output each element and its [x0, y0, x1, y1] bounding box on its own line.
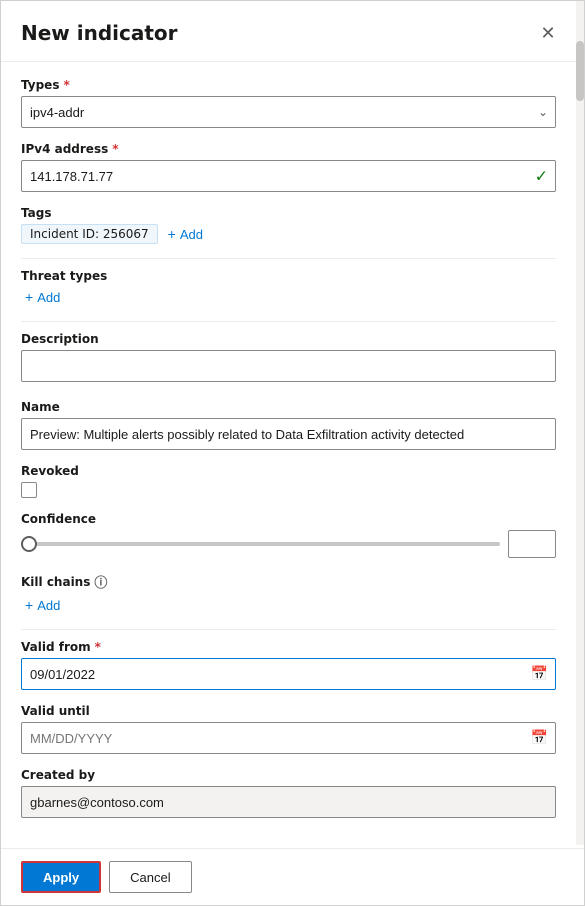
- scrollbar-track: [576, 1, 584, 845]
- tags-field-group: Tags Incident ID: 256067 + Add: [21, 206, 556, 244]
- ipv4-input-wrapper: ✓: [21, 160, 556, 192]
- created-by-field-group: Created by: [21, 768, 556, 818]
- tags-add-button[interactable]: + Add: [164, 224, 207, 244]
- tags-label: Tags: [21, 206, 556, 220]
- kill-chains-container: + Add: [21, 595, 556, 615]
- description-input[interactable]: [21, 350, 556, 382]
- dialog-body: Types * ipv4-addr ipv6-addr domain-name …: [1, 62, 584, 848]
- dialog-footer: Apply Cancel: [1, 848, 584, 905]
- confidence-slider-thumb[interactable]: [21, 536, 37, 552]
- dialog-header: New indicator ✕: [1, 1, 584, 62]
- new-indicator-dialog: New indicator ✕ Types * ipv4-addr ipv6-a…: [0, 0, 585, 906]
- kill-chains-add-button[interactable]: + Add: [21, 595, 64, 615]
- kill-chains-label: Kill chains ⓘ: [21, 572, 556, 591]
- revoked-checkbox-wrapper: [21, 482, 556, 498]
- divider-2: [21, 321, 556, 322]
- description-label: Description: [21, 332, 556, 346]
- created-by-label: Created by: [21, 768, 556, 782]
- apply-button[interactable]: Apply: [21, 861, 101, 893]
- ipv4-field-group: IPv4 address * ✓: [21, 142, 556, 192]
- tags-container: Incident ID: 256067 + Add: [21, 224, 556, 244]
- valid-from-input-wrapper: 📅: [21, 658, 556, 690]
- revoked-label: Revoked: [21, 464, 556, 478]
- calendar-icon[interactable]: 📅: [531, 666, 548, 682]
- close-button[interactable]: ✕: [532, 17, 564, 49]
- valid-from-label: Valid from *: [21, 640, 556, 654]
- confidence-field-group: Confidence: [21, 512, 556, 558]
- plus-icon: +: [25, 289, 33, 305]
- kill-chains-field-group: Kill chains ⓘ + Add: [21, 572, 556, 615]
- valid-until-field-group: Valid until 📅: [21, 704, 556, 754]
- valid-until-label: Valid until: [21, 704, 556, 718]
- name-field-group: Name: [21, 400, 556, 450]
- plus-icon: +: [168, 226, 176, 242]
- tag-chip: Incident ID: 256067: [21, 224, 158, 244]
- confidence-slider-track[interactable]: [21, 542, 500, 546]
- threat-types-container: + Add: [21, 287, 556, 307]
- name-label: Name: [21, 400, 556, 414]
- threat-types-add-button[interactable]: + Add: [21, 287, 64, 307]
- threat-types-label: Threat types: [21, 269, 556, 283]
- confidence-value-input[interactable]: [508, 530, 556, 558]
- valid-until-input-wrapper: 📅: [21, 722, 556, 754]
- ipv4-input[interactable]: [21, 160, 556, 192]
- threat-types-section: Threat types + Add: [21, 269, 556, 307]
- confidence-slider-wrapper: [21, 530, 556, 558]
- plus-icon: +: [25, 597, 33, 613]
- check-icon: ✓: [535, 167, 548, 186]
- created-by-input: [21, 786, 556, 818]
- types-select[interactable]: ipv4-addr ipv6-addr domain-name url file: [21, 96, 556, 128]
- types-field-group: Types * ipv4-addr ipv6-addr domain-name …: [21, 78, 556, 128]
- valid-from-input[interactable]: [21, 658, 556, 690]
- types-label: Types *: [21, 78, 556, 92]
- ipv4-label: IPv4 address *: [21, 142, 556, 156]
- calendar-icon-2[interactable]: 📅: [531, 730, 548, 746]
- cancel-button[interactable]: Cancel: [109, 861, 191, 893]
- revoked-field-group: Revoked: [21, 464, 556, 498]
- dialog-title: New indicator: [21, 21, 178, 45]
- revoked-checkbox[interactable]: [21, 482, 37, 498]
- types-select-wrapper: ipv4-addr ipv6-addr domain-name url file…: [21, 96, 556, 128]
- scrollbar-thumb[interactable]: [576, 41, 584, 101]
- info-icon: ⓘ: [94, 572, 107, 591]
- valid-from-field-group: Valid from * 📅: [21, 640, 556, 690]
- description-field-group: Description: [21, 332, 556, 386]
- valid-until-input[interactable]: [21, 722, 556, 754]
- divider-3: [21, 629, 556, 630]
- confidence-label: Confidence: [21, 512, 556, 526]
- divider-1: [21, 258, 556, 259]
- name-input[interactable]: [21, 418, 556, 450]
